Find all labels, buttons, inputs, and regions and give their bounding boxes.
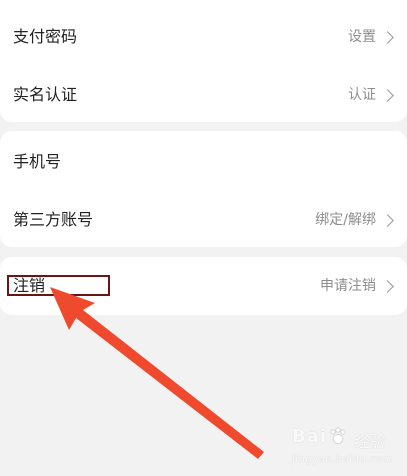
account-cancel-value: 申请注销: [320, 278, 376, 294]
chevron-right-icon: [381, 88, 394, 102]
payment-password-row[interactable]: 支付密码 设置: [0, 22, 407, 52]
chevron-right-icon: [381, 279, 394, 293]
paw-icon: [330, 427, 346, 444]
watermark-name: 经验: [354, 432, 387, 451]
watermark-url: jingyan.baidu.com: [292, 454, 393, 465]
watermark-brand: Bai: [292, 426, 328, 447]
payment-password-value: 设置: [348, 29, 376, 45]
baidu-jingyan-watermark: Bai 经验 jingyan.baidu.com: [288, 424, 400, 470]
phone-number-label: 手机号: [13, 152, 62, 171]
realname-verification-label: 实名认证: [13, 85, 78, 104]
realname-verification-value: 认证: [348, 87, 376, 103]
phone-number-row[interactable]: 手机号: [0, 147, 407, 177]
payment-password-label: 支付密码: [13, 27, 78, 46]
realname-verification-row[interactable]: 实名认证 认证: [0, 80, 407, 110]
third-party-account-label: 第三方账号: [13, 210, 94, 229]
chevron-right-icon: [381, 30, 394, 44]
chevron-right-icon: [381, 213, 394, 227]
third-party-account-row[interactable]: 第三方账号 绑定/解绑: [0, 205, 407, 235]
annotation-highlight-box: [7, 275, 110, 296]
third-party-account-value: 绑定/解绑: [315, 212, 376, 228]
